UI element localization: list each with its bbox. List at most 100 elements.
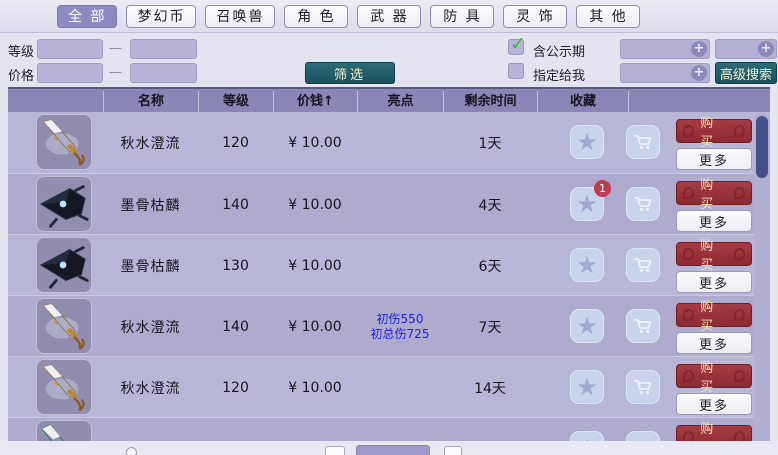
public-period-select-1[interactable]: + <box>620 39 710 59</box>
table-body: 秋水澄流 120 ¥ 10.00 1天 ★ 购买 更多 墨骨枯麟 140 ¥ 1… <box>8 112 770 455</box>
public-period-select-2[interactable]: + <box>715 39 777 59</box>
more-button[interactable]: 更多 <box>676 332 752 354</box>
weapon-icon-dark-dagger[interactable] <box>36 176 92 232</box>
more-button[interactable]: 更多 <box>676 393 752 415</box>
cart-button[interactable] <box>626 370 660 404</box>
favorite-button[interactable]: ★ <box>570 248 604 282</box>
item-name: 墨骨枯麟 <box>120 197 181 214</box>
scrollbar-track[interactable] <box>754 112 770 455</box>
plus-circle-icon[interactable]: + <box>691 41 707 57</box>
tab-summon-beast[interactable]: 召唤兽 <box>205 4 276 28</box>
tab-character[interactable]: 角 色 <box>284 4 349 28</box>
table-row: 秋水澄流 120 ¥ 10.00 14天 ★ 购买 更多 <box>8 356 770 417</box>
favorite-button[interactable]: ★ <box>570 309 604 343</box>
item-level: 140 <box>222 318 249 335</box>
weapon-icon-gold-sword[interactable] <box>36 298 92 354</box>
col-price-header[interactable]: 价钱↑ <box>273 91 357 112</box>
bottom-bar-partial <box>0 441 778 455</box>
favorite-button[interactable]: ★ <box>570 125 604 159</box>
table-row: 秋水澄流 120 ¥ 10.00 1天 ★ 购买 更多 <box>8 112 770 173</box>
buy-button[interactable]: 购买 <box>676 300 752 334</box>
star-icon: ★ <box>576 190 598 218</box>
favorite-button[interactable]: ★ <box>570 370 604 404</box>
item-price: ¥ 10.00 <box>288 257 342 274</box>
item-price: ¥ 10.00 <box>288 379 342 396</box>
table-row: 墨骨枯麟 140 ¥ 10.00 4天 ★ 1 购买 更多 <box>8 173 770 234</box>
tab-other[interactable]: 其 他 <box>576 4 641 28</box>
price-min-input[interactable] <box>37 63 103 83</box>
level-min-input[interactable] <box>37 39 103 59</box>
radio-button[interactable] <box>126 447 137 455</box>
advanced-search-button[interactable]: 高级搜索 <box>715 62 777 84</box>
favorite-button[interactable]: ★ 1 <box>570 180 611 221</box>
tab-armor[interactable]: 防 具 <box>430 4 495 28</box>
buy-button[interactable]: 购买 <box>676 116 752 150</box>
item-price: ¥ 10.00 <box>288 134 342 151</box>
more-button[interactable]: 更多 <box>676 148 752 170</box>
include-public-label: 含公示期 <box>533 45 586 60</box>
star-icon: ★ <box>576 128 598 156</box>
item-time-left: 1天 <box>478 135 502 152</box>
item-time-left: 6天 <box>478 258 502 275</box>
assigned-me-label: 指定给我 <box>533 69 586 84</box>
price-header-label: 价钱 <box>297 94 324 109</box>
col-highlight-header: 亮点 <box>357 91 443 112</box>
item-price: ¥ 10.00 <box>288 196 342 213</box>
assigned-select[interactable]: + <box>620 63 710 83</box>
plus-circle-icon[interactable]: + <box>758 41 774 57</box>
buy-button[interactable]: 购买 <box>676 361 752 395</box>
cart-icon <box>631 375 655 399</box>
page-input[interactable] <box>356 445 430 455</box>
item-highlights <box>357 174 443 235</box>
cart-icon <box>631 314 655 338</box>
level-max-input[interactable] <box>130 39 197 59</box>
col-name-header: 名称 <box>103 91 198 112</box>
item-name: 秋水澄流 <box>120 380 181 397</box>
assigned-me-checkbox[interactable]: ✓ <box>508 63 524 79</box>
col-level-header: 等级 <box>198 91 273 112</box>
checkbox[interactable] <box>325 446 345 455</box>
scrollbar-thumb[interactable] <box>756 116 768 178</box>
cart-icon <box>631 130 655 154</box>
item-highlights <box>357 357 443 418</box>
item-time-left: 14天 <box>474 380 506 397</box>
item-level: 140 <box>222 196 249 213</box>
cart-icon <box>631 192 655 216</box>
cart-button[interactable] <box>626 309 660 343</box>
item-name: 秋水澄流 <box>120 319 181 336</box>
weapon-icon-gold-sword[interactable] <box>36 114 92 170</box>
item-highlights <box>357 112 443 173</box>
star-icon: ★ <box>576 373 598 401</box>
price-max-input[interactable] <box>130 63 197 83</box>
star-icon: ★ <box>576 251 598 279</box>
more-button[interactable]: 更多 <box>676 271 752 293</box>
filter-button[interactable]: 筛选 <box>305 62 395 84</box>
checkbox[interactable] <box>444 446 462 455</box>
include-public-checkbox[interactable]: ✓ <box>508 33 526 55</box>
cart-button[interactable] <box>626 187 660 221</box>
cart-button[interactable] <box>626 125 660 159</box>
item-highlights <box>357 235 443 296</box>
item-level: 120 <box>222 379 249 396</box>
tab-weapon[interactable]: 武 器 <box>357 4 422 28</box>
item-name: 墨骨枯麟 <box>120 258 181 275</box>
buy-button[interactable]: 购买 <box>676 239 752 273</box>
buy-button[interactable]: 购买 <box>676 178 752 212</box>
tab-all[interactable]: 全 部 <box>57 4 118 28</box>
plus-circle-icon[interactable]: + <box>691 65 707 81</box>
level-range-dash: — <box>109 41 122 56</box>
table-row: 墨骨枯麟 130 ¥ 10.00 6天 ★ 购买 更多 <box>8 234 770 295</box>
col-time-header: 剩余时间 <box>443 91 537 112</box>
table-row: 秋水澄流 140 ¥ 10.00 初伤550 初总伤725 7天 ★ 购买 更多 <box>8 295 770 356</box>
item-price: ¥ 10.00 <box>288 318 342 335</box>
check-icon: ✓ <box>510 33 526 55</box>
tab-accessory[interactable]: 灵 饰 <box>503 4 568 28</box>
tab-dream-coins[interactable]: 梦幻币 <box>126 4 197 28</box>
weapon-icon-gold-sword[interactable] <box>36 359 92 415</box>
item-highlights: 初伤550 初总伤725 <box>370 311 430 341</box>
item-level: 120 <box>222 134 249 151</box>
more-button[interactable]: 更多 <box>676 210 752 232</box>
cart-button[interactable] <box>626 248 660 282</box>
price-range-dash: — <box>109 65 122 80</box>
weapon-icon-dark-dagger[interactable] <box>36 237 92 293</box>
